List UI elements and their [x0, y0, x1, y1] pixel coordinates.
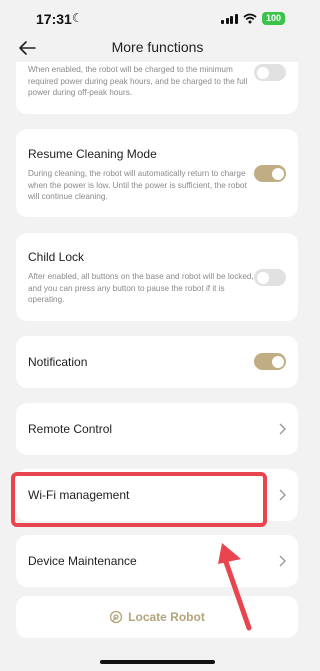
header: More functions	[0, 34, 315, 62]
page-title: More functions	[111, 39, 204, 55]
remote-control-item[interactable]: Remote Control	[16, 403, 298, 455]
notification-title: Notification	[28, 355, 88, 369]
peak-shift-card-clip: When enabled, the robot will be charged …	[16, 62, 298, 114]
notification-toggle[interactable]	[254, 353, 286, 370]
resume-cleaning-toggle[interactable]	[254, 165, 286, 182]
device-maintenance-label: Device Maintenance	[28, 554, 137, 568]
status-time: 17:31	[36, 11, 72, 27]
moon-icon: ☾	[72, 11, 83, 25]
child-lock-card: Child Lock After enabled, all buttons on…	[16, 233, 298, 321]
chevron-right-icon	[279, 423, 286, 435]
resume-cleaning-description: During cleaning, the robot will automati…	[28, 169, 247, 201]
child-lock-description: After enabled, all buttons on the base a…	[28, 272, 254, 304]
battery-indicator: 100	[261, 12, 285, 25]
chevron-right-icon	[279, 489, 286, 501]
resume-cleaning-title: Resume Cleaning Mode	[28, 147, 157, 161]
chevron-right-icon	[279, 555, 286, 567]
wifi-icon	[243, 13, 257, 24]
signal-icon	[221, 13, 238, 24]
home-indicator	[100, 660, 215, 664]
peak-shift-toggle[interactable]	[254, 64, 286, 81]
annotation-highlight-box	[11, 472, 267, 527]
status-icons: 100	[221, 12, 285, 25]
child-lock-toggle[interactable]	[254, 269, 286, 286]
locate-robot-label: Locate Robot	[128, 610, 205, 624]
resume-cleaning-card: Resume Cleaning Mode During cleaning, th…	[16, 129, 298, 217]
notification-card: Notification	[16, 336, 298, 388]
remote-control-label: Remote Control	[28, 422, 113, 436]
child-lock-title: Child Lock	[28, 250, 85, 264]
peak-shift-card: When enabled, the robot will be charged …	[16, 62, 298, 114]
locate-icon	[110, 610, 123, 624]
peak-shift-description: When enabled, the robot will be charged …	[28, 65, 248, 97]
annotation-arrow	[218, 543, 252, 631]
status-bar: 17:31 ☾ 100	[0, 0, 315, 34]
